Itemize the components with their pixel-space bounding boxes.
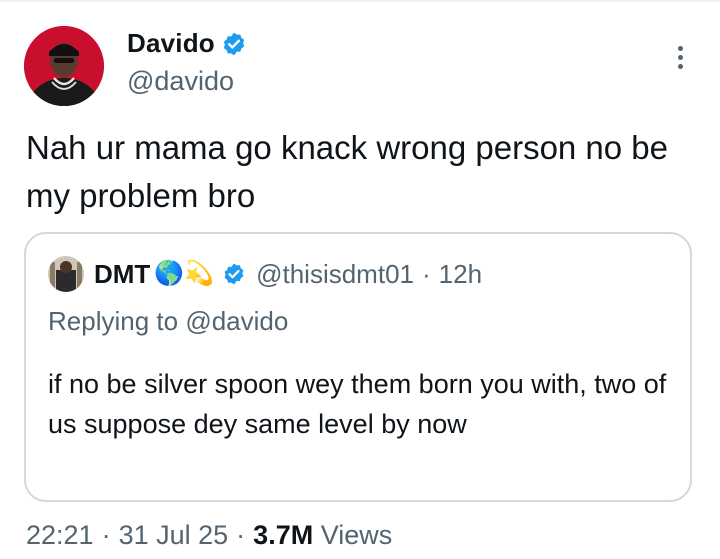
quoted-display-name[interactable]: DMT — [94, 259, 150, 290]
top-divider — [0, 0, 720, 2]
replying-to: Replying to @davido — [48, 306, 288, 337]
quoted-header: DMT 🌎💫 @thisisdmt01 · 12h — [48, 256, 482, 292]
views-count: 3.7M — [253, 520, 314, 550]
separator-dot: · — [101, 520, 111, 550]
separator-dot: · — [422, 258, 431, 289]
author-handle[interactable]: @davido — [127, 66, 234, 97]
tweet-time[interactable]: 22:21 — [26, 520, 94, 550]
more-icon[interactable] — [668, 42, 692, 76]
separator-dot: · — [236, 520, 246, 550]
quoted-timestamp[interactable]: 12h — [439, 259, 482, 290]
tweet-meta: 22:21 · 31 Jul 25 · 3.7M Views — [26, 520, 392, 551]
replying-to-mention[interactable]: @davido — [185, 306, 288, 336]
author-display-name[interactable]: Davido — [127, 28, 215, 59]
tweet-text: Nah ur mama go knack wrong person no be … — [26, 129, 669, 214]
replying-to-prefix: Replying to — [48, 306, 179, 336]
quoted-verified-badge-icon — [224, 263, 244, 285]
quoted-name-emojis: 🌎💫 — [154, 260, 215, 287]
views-label: Views — [320, 520, 393, 550]
quoted-tweet-card[interactable]: DMT 🌎💫 @thisisdmt01 · 12h Replying to @d… — [24, 232, 692, 502]
author-name-row: Davido — [127, 28, 247, 59]
verified-badge-icon — [223, 32, 245, 55]
tweet-date[interactable]: 31 Jul 25 — [119, 520, 229, 550]
author-avatar[interactable] — [24, 26, 104, 106]
quoted-handle[interactable]: @thisisdmt01 — [256, 259, 414, 290]
quoted-tweet-text: if no be silver spoon wey them born you … — [48, 369, 667, 439]
quoted-avatar[interactable] — [48, 256, 84, 292]
